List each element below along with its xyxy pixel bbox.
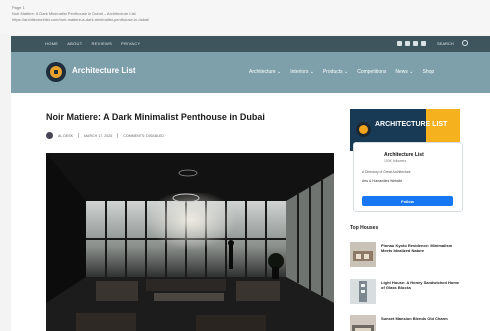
card-followers: 100K followers — [384, 159, 407, 163]
hero-image — [46, 153, 334, 331]
twitter-icon[interactable] — [405, 41, 410, 46]
social-links — [397, 41, 426, 46]
follow-label: Follow — [401, 199, 414, 204]
print-page-number: Page 1 — [12, 5, 25, 10]
top-nav-privacy[interactable]: PRIVACY — [121, 41, 140, 46]
meta-divider — [78, 133, 80, 138]
search-icon[interactable] — [462, 40, 468, 46]
list-item-title[interactable]: Light House: A Honey Sandwiched Home of … — [381, 280, 463, 290]
top-nav-reviews[interactable]: REVIEWS — [91, 41, 112, 46]
top-bar: HOME ABOUT REVIEWS PRIVACY SEARCH — [11, 36, 490, 52]
pinterest-icon[interactable] — [413, 41, 418, 46]
list-item-title[interactable]: Sunset Mansion Blends Old Charm — [381, 316, 463, 321]
print-page-url: https://architecturelist.com/noir-matier… — [12, 17, 150, 22]
top-nav-home[interactable]: HOME — [45, 41, 58, 46]
print-page-title: Noir Matiere: A Dark Minimalist Penthous… — [12, 11, 136, 16]
article-title: Noir Matiere: A Dark Minimalist Penthous… — [46, 112, 265, 122]
instagram-icon[interactable] — [421, 41, 426, 46]
site-name[interactable]: Architecture List — [72, 66, 136, 75]
top-nav: HOME ABOUT REVIEWS PRIVACY — [45, 41, 140, 46]
facebook-page-card: Architecture List 100K followers A Direc… — [353, 142, 463, 212]
article-date: MARCH 17, 2025 — [84, 133, 113, 138]
card-category: Arts & Humanities Website — [362, 179, 403, 183]
house-thumbnail[interactable] — [350, 242, 376, 267]
house-thumbnail[interactable] — [350, 279, 376, 304]
nav-competitions[interactable]: Competitions — [357, 69, 386, 75]
search-button[interactable]: SEARCH — [437, 41, 454, 46]
list-item-title[interactable]: Pinnau Kyoto Residence: Minimalism Meets… — [381, 243, 463, 253]
site-logo[interactable] — [46, 62, 66, 82]
banner-logo-mark — [359, 125, 368, 134]
web-page: HOME ABOUT REVIEWS PRIVACY SEARCH Archit… — [11, 36, 490, 331]
nav-interiors[interactable]: Interiors ⌄ — [290, 69, 314, 75]
top-nav-about[interactable]: ABOUT — [67, 41, 82, 46]
list-item[interactable]: Pinnau Kyoto Residence: Minimalism Meets… — [350, 242, 470, 269]
list-item[interactable]: Sunset Mansion Blends Old Charm — [350, 315, 470, 331]
facebook-icon[interactable] — [397, 41, 402, 46]
banner-logo-icon — [356, 122, 371, 137]
article-comments: COMMENTS: DISABLED — [123, 133, 164, 138]
author-avatar[interactable] — [46, 132, 53, 139]
logo-mark-icon — [50, 66, 62, 78]
print-header: Page 1 Noir Matiere: A Dark Minimalist P… — [0, 0, 490, 34]
top-houses-heading: Top Houses — [350, 225, 379, 231]
meta-divider — [117, 133, 119, 138]
card-page-name[interactable]: Architecture List — [384, 152, 424, 158]
nav-products[interactable]: Products ⌄ — [323, 69, 348, 75]
list-item[interactable]: Light House: A Honey Sandwiched Home of … — [350, 279, 470, 306]
logo-core — [54, 70, 58, 74]
site-header: Architecture List Architecture ⌄ Interio… — [11, 52, 490, 93]
card-description: A Directory of Great Architecture — [362, 170, 411, 174]
follow-button[interactable]: Follow — [362, 196, 453, 206]
article-meta: AL DESK MARCH 17, 2025 COMMENTS: DISABLE… — [46, 132, 164, 139]
nav-architecture[interactable]: Architecture ⌄ — [249, 69, 281, 75]
main-nav: Architecture ⌄ Interiors ⌄ Products ⌄ Co… — [249, 69, 434, 75]
penthouse-photo — [46, 153, 334, 331]
banner-text: ARCHITECTURE LIST — [375, 121, 448, 128]
house-thumbnail[interactable] — [350, 315, 376, 331]
article-author[interactable]: AL DESK — [58, 134, 73, 138]
nav-news[interactable]: News ⌄ — [395, 69, 413, 75]
nav-shop[interactable]: Shop — [423, 69, 435, 75]
